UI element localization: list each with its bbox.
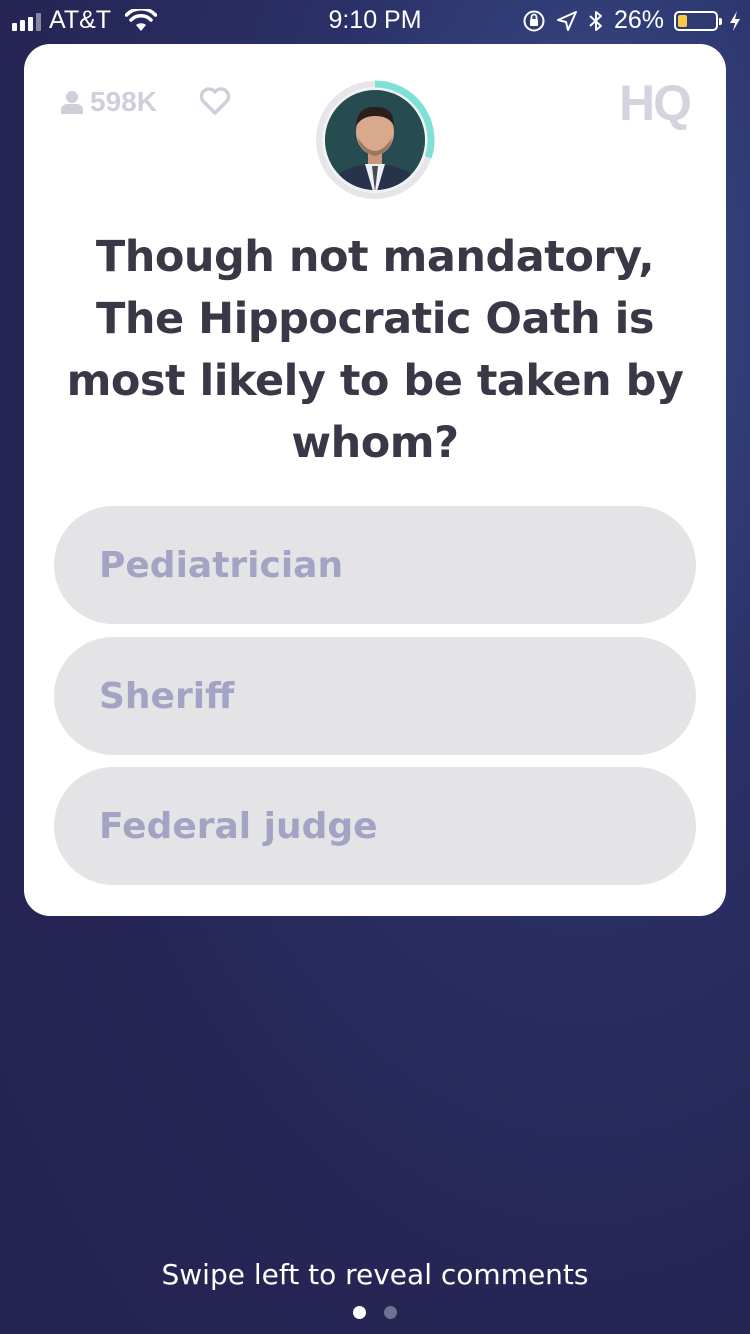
viewer-count-label: 598K	[90, 86, 157, 117]
host-avatar	[315, 80, 435, 200]
orientation-lock-icon	[523, 10, 545, 31]
bluetooth-icon	[589, 10, 602, 31]
question-card: 598K HQ Though not mandatory, The Hippoc…	[24, 44, 726, 916]
charging-icon	[730, 10, 740, 31]
swipe-hint: Swipe left to reveal comments	[161, 1258, 589, 1291]
hq-logo: HQ	[619, 75, 692, 131]
heart-icon[interactable]	[198, 86, 232, 116]
battery-percent: 26%	[613, 6, 664, 34]
viewer-count: 598K	[60, 86, 157, 118]
location-icon	[556, 10, 577, 31]
answer-option-label: Pediatrician	[99, 544, 344, 586]
status-bar: AT&T 9:10 PM 26%	[0, 0, 750, 40]
page-dot-inactive[interactable]	[384, 1306, 397, 1319]
answer-option-label: Federal judge	[99, 805, 378, 847]
user-icon	[61, 91, 83, 114]
status-right: 26%	[522, 6, 742, 35]
answer-option-1[interactable]: Pediatrician	[54, 506, 696, 624]
answer-option-2[interactable]: Sheriff	[54, 637, 696, 755]
battery-icon	[674, 10, 722, 31]
question-text: Though not mandatory, The Hippocratic Oa…	[66, 232, 684, 468]
page-dot-active[interactable]	[353, 1306, 366, 1319]
page-indicator[interactable]	[0, 1306, 750, 1319]
answer-option-label: Sheriff	[99, 675, 235, 717]
answer-option-3[interactable]: Federal judge	[54, 767, 696, 885]
